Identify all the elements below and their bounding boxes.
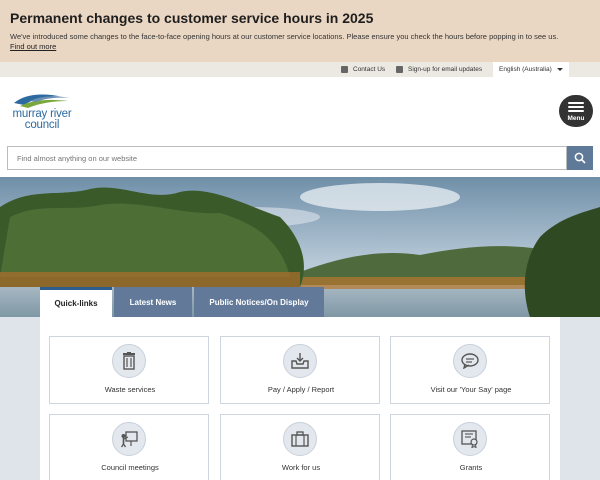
quicklink-grants[interactable]: Grants: [390, 414, 550, 480]
quicklink-label: Waste services: [104, 385, 156, 394]
logo-line-2: council: [24, 119, 60, 131]
logo-text: murray river council: [6, 108, 78, 131]
alert-message: We've introduced some changes to the fac…: [10, 32, 590, 52]
menu-label: Menu: [567, 114, 585, 122]
quicklink-label: Pay / Apply / Report: [267, 385, 335, 394]
certificate-icon: [453, 422, 487, 456]
site-header: murray river council Menu: [0, 77, 600, 145]
tab-public-notices[interactable]: Public Notices/On Display: [194, 287, 324, 317]
quicklink-council-meetings[interactable]: Council meetings: [49, 414, 209, 480]
tab-quick-links[interactable]: Quick-links: [40, 287, 112, 317]
email-signup-link[interactable]: Sign-up for email updates: [396, 62, 482, 77]
speech-bubble-icon: [453, 344, 487, 378]
contact-us-label: Contact Us: [353, 66, 386, 73]
menu-button[interactable]: Menu: [559, 95, 593, 127]
language-label: English (Australia): [499, 66, 552, 73]
presentation-icon: [112, 422, 146, 456]
quicklink-label: Grants: [459, 463, 483, 472]
briefcase-icon: [283, 422, 317, 456]
quicklink-label: Work for us: [281, 463, 321, 472]
contact-us-link[interactable]: Contact Us: [341, 62, 385, 77]
alert-banner: Permanent changes to customer service ho…: [0, 0, 600, 62]
search-icon: [574, 152, 586, 164]
trash-bin-icon: [112, 344, 146, 378]
quicklink-work-for-us[interactable]: Work for us: [220, 414, 380, 480]
tab-latest-news[interactable]: Latest News: [114, 287, 192, 317]
search-input[interactable]: [8, 147, 566, 169]
quicklink-label: Council meetings: [101, 463, 159, 472]
find-out-more-link[interactable]: Find out more: [10, 42, 56, 51]
hamburger-icon-bar: [568, 109, 584, 112]
inbox-tray-icon: [283, 344, 317, 378]
chevron-down-icon: [556, 68, 563, 71]
alert-title: Permanent changes to customer service ho…: [10, 10, 374, 26]
quicklink-waste-services[interactable]: Waste services: [49, 336, 209, 404]
hamburger-icon: [568, 101, 584, 104]
quicklink-label: Visit our 'Your Say' page: [430, 385, 512, 394]
quicklink-pay-apply-report[interactable]: Pay / Apply / Report: [220, 336, 380, 404]
phone-icon: [341, 66, 348, 73]
quicklink-your-say[interactable]: Visit our 'Your Say' page: [390, 336, 550, 404]
utility-bar: Contact Us Sign-up for email updates Eng…: [0, 62, 600, 77]
mail-icon: [396, 66, 403, 73]
search-box: [7, 146, 567, 170]
language-select[interactable]: English (Australia): [493, 62, 569, 77]
search-button[interactable]: [567, 146, 593, 170]
email-signup-label: Sign-up for email updates: [408, 66, 483, 73]
alert-message-text: We've introduced some changes to the fac…: [10, 32, 559, 41]
hamburger-icon-bar: [568, 105, 584, 108]
